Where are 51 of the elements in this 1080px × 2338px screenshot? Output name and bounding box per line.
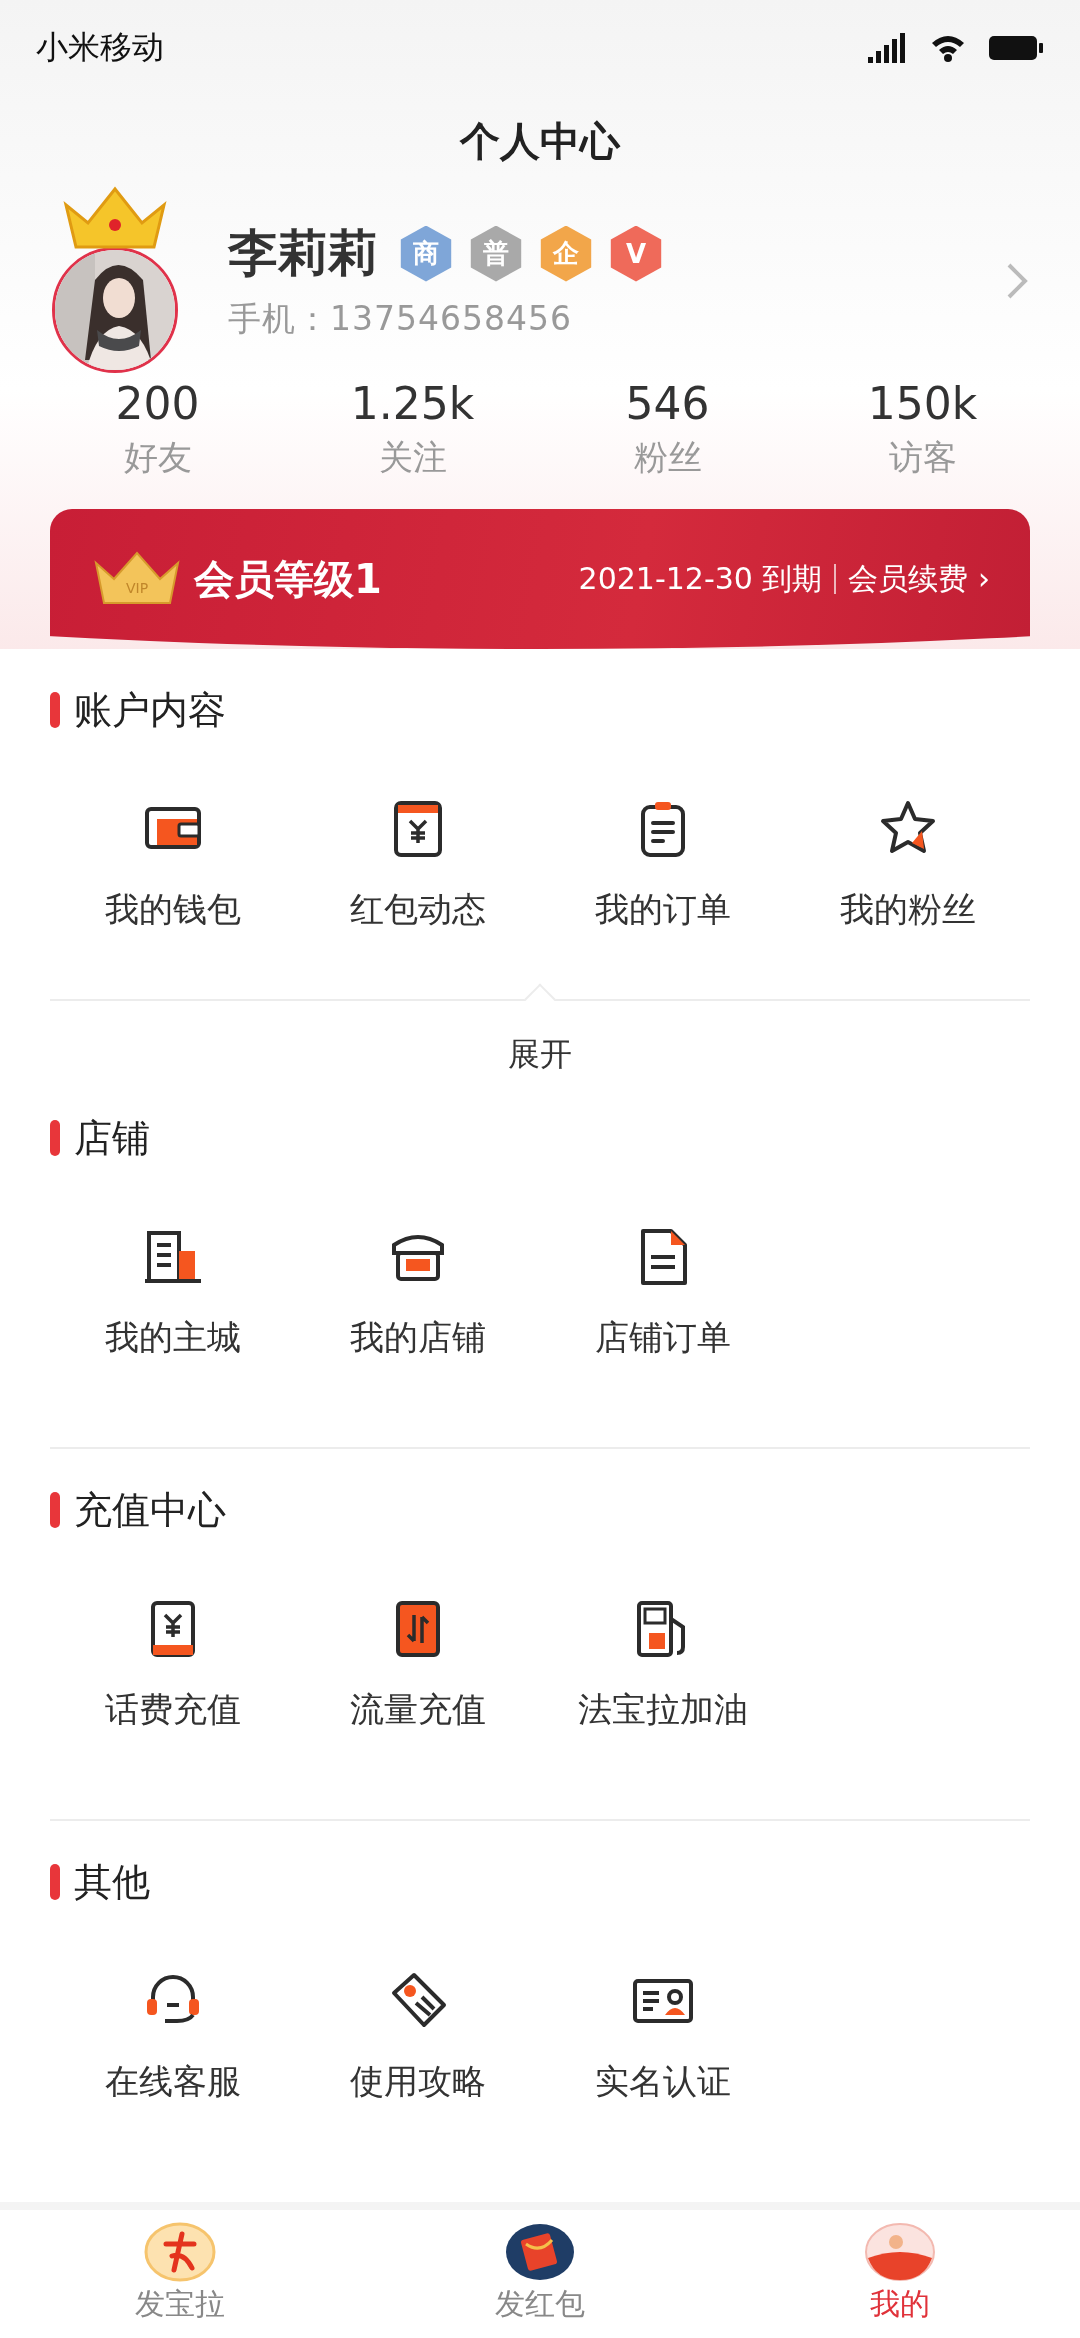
stat-value[interactable]: 150k [867,378,978,429]
level-badge: 普 [468,225,524,282]
page-title: 个人中心 [458,116,622,166]
member-level: 会员等级1 [194,554,383,604]
wifi-icon [930,33,966,63]
level-badge: V [608,225,664,282]
section-marker [50,1864,60,1900]
menu-item[interactable]: 我的钱包 [104,887,241,933]
expand-button[interactable]: 展开 [508,1017,572,1077]
expiry-date: 2021-12-30 到期 [578,559,823,598]
stat-value[interactable]: 200 [115,378,200,429]
battery-icon [988,34,1044,62]
tab-bar-item[interactable]: 发宝拉 [0,2210,360,2338]
stat-label: 访客 [888,436,957,479]
tab-bar-item[interactable]: 我的 [720,2210,1080,2338]
section-title: 店铺 [74,1114,150,1162]
menu-item[interactable]: 话费充值 [104,1687,241,1733]
signal-icon [868,33,908,63]
stat-label: 好友 [123,436,192,479]
membership-banner[interactable]: VIP 会员等级1 2021-12-30 到期 会员续费 › [50,509,1030,649]
section-marker [50,1120,60,1156]
coin-icon [144,2222,216,2282]
carrier-name: 小米移动 [36,27,164,68]
phone-number: 手机：13754658456 [228,298,573,340]
renew-link[interactable]: 会员续费 › [848,558,990,600]
section-marker [50,692,60,728]
stat-label: 关注 [378,436,447,479]
menu-item[interactable]: 实名认证 [594,2059,731,2105]
menu-item[interactable]: 我的店铺 [349,1315,486,1361]
user-name: 李莉莉 [228,223,378,284]
menu-item[interactable]: 在线客服 [104,2059,241,2105]
menu-item[interactable]: 法宝拉加油 [577,1687,748,1733]
menu-item[interactable]: 我的订单 [594,887,731,933]
illustration-icon [864,2222,936,2282]
menu-item[interactable]: 使用攻略 [349,2059,486,2105]
menu-item[interactable]: 我的粉丝 [839,887,976,933]
tab-bar-item[interactable]: 发红包 [360,2210,720,2338]
stat-label: 粉丝 [633,436,702,479]
menu-item[interactable]: 红包动态 [349,887,486,933]
level-badge: 企 [538,225,594,282]
section-marker [50,1492,60,1528]
menu-item[interactable]: 店铺订单 [594,1315,731,1361]
envelope-icon [504,2222,576,2282]
level-badge: 商 [398,225,454,282]
section-title: 充值中心 [74,1486,226,1534]
stat-value[interactable]: 546 [625,378,710,429]
stat-value[interactable]: 1.25k [350,378,475,429]
section-title: 其他 [74,1858,150,1906]
section-title: 账户内容 [74,686,226,734]
menu-item[interactable]: 我的主城 [104,1315,241,1361]
menu-item[interactable]: 流量充值 [349,1687,486,1733]
